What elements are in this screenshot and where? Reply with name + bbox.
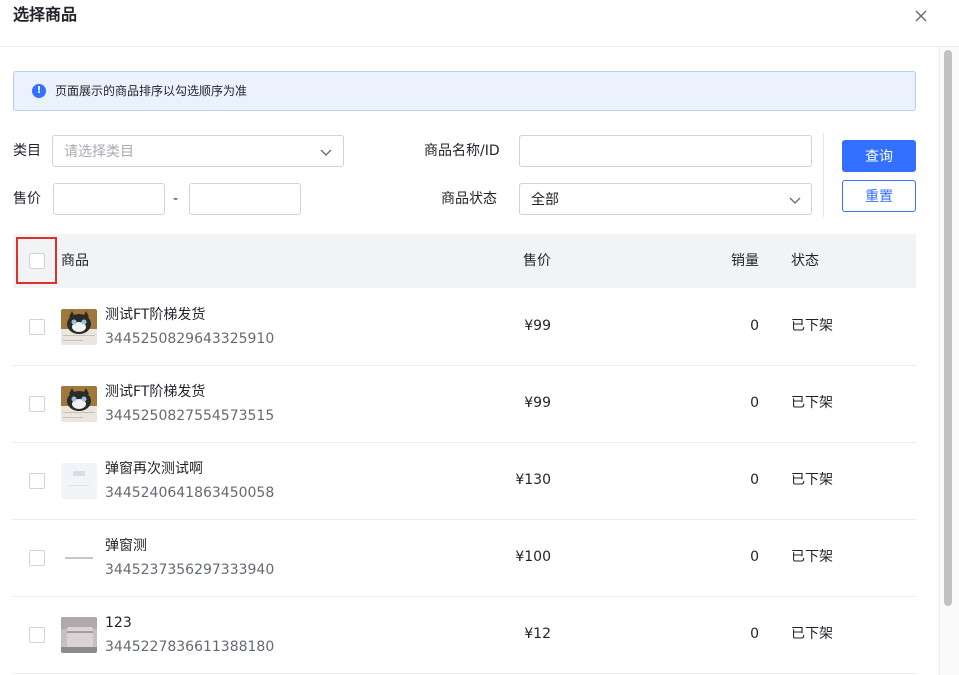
product-status: 已下架 [791,549,833,565]
product-status: 已下架 [791,318,833,334]
table-row[interactable]: 弹窗测 3445237356297333940 ¥100 0 已下架 [13,520,916,597]
chevron-down-icon [789,197,801,204]
product-status: 已下架 [791,626,833,642]
info-icon: ! [32,84,46,98]
price-label: 售价 [13,191,41,207]
product-price: ¥99 [524,395,551,411]
product-thumbnail [61,463,97,499]
filter-divider [823,133,824,217]
product-status: 已下架 [791,395,833,411]
column-product: 商品 [61,253,89,269]
product-name: 测试FT阶梯发货 [105,384,206,400]
product-status-select[interactable]: 全部 [519,183,812,215]
product-sales: 0 [750,626,759,642]
query-button[interactable]: 查询 [842,140,916,172]
product-name: 123 [105,615,132,631]
product-id: 3445250827554573515 [105,408,275,424]
column-sales: 销量 [731,253,759,269]
product-thumbnail [61,617,97,653]
product-sales: 0 [750,549,759,565]
product-id: 3445250829643325910 [105,331,275,347]
column-status: 状态 [791,253,819,269]
product-price: ¥99 [524,318,551,334]
product-thumbnail [61,386,97,422]
table-row[interactable]: 测试FT阶梯发货 3445250827554573515 ¥99 0 已下架 [13,366,916,443]
row-checkbox[interactable] [29,319,45,335]
product-name-label: 商品名称/ID [424,143,500,159]
product-name: 测试FT阶梯发货 [105,307,206,323]
table-header: 商品 售价 销量 状态 [13,234,916,288]
product-price: ¥130 [515,472,551,488]
close-icon[interactable] [911,6,931,26]
category-label: 类目 [13,143,41,159]
product-id: 3445240641863450058 [105,485,275,501]
table-row[interactable]: 测试FT阶梯发货 3445250829643325910 ¥99 0 已下架 [13,289,916,366]
product-name: 弹窗再次测试啊 [105,461,203,477]
table-row[interactable]: 123 3445227836611388180 ¥12 0 已下架 [13,597,916,674]
product-status: 已下架 [791,472,833,488]
dialog-title: 选择商品 [13,5,78,24]
dialog-header: 选择商品 [0,0,959,47]
info-notice: ! 页面展示的商品排序以勾选顺序为准 [13,71,916,111]
table-row[interactable]: 弹窗再次测试啊 3445240641863450058 ¥130 0 已下架 [13,443,916,520]
price-separator: - [173,191,179,207]
select-all-highlight [16,237,57,284]
row-checkbox[interactable] [29,473,45,489]
price-max-input[interactable] [189,183,301,215]
reset-button[interactable]: 重置 [842,180,916,212]
product-status-label: 商品状态 [441,191,497,207]
product-sales: 0 [750,395,759,411]
product-sales: 0 [750,472,759,488]
product-price: ¥100 [515,549,551,565]
product-status-value: 全部 [531,192,559,208]
row-checkbox[interactable] [29,396,45,412]
chevron-down-icon [320,149,332,156]
product-id: 3445237356297333940 [105,562,275,578]
notice-text: 页面展示的商品排序以勾选顺序为准 [55,84,248,98]
product-id: 3445227836611388180 [105,639,275,655]
product-price: ¥12 [524,626,551,642]
price-min-input[interactable] [53,183,165,215]
scrollbar-thumb[interactable] [944,50,952,606]
product-name: 弹窗测 [105,538,147,554]
product-name-input[interactable] [519,135,812,167]
column-price: 售价 [523,253,551,269]
category-select[interactable]: 请选择类目 [52,135,344,167]
product-sales: 0 [750,318,759,334]
row-checkbox[interactable] [29,550,45,566]
category-placeholder: 请选择类目 [64,144,134,160]
row-checkbox[interactable] [29,627,45,643]
product-thumbnail [61,540,97,576]
product-thumbnail [61,309,97,345]
